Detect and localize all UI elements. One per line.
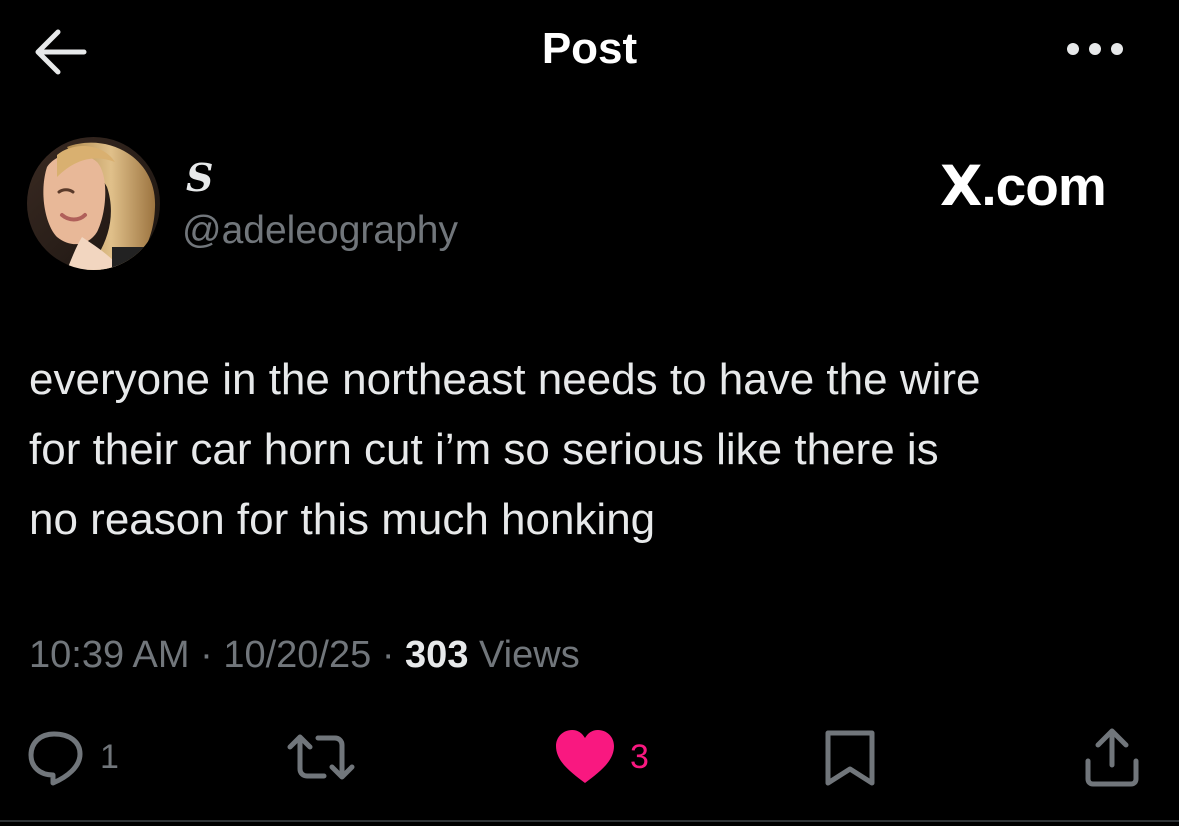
reply-bubble-icon (28, 731, 83, 786)
tweet-date: 10/20/25 (223, 634, 372, 676)
bookmark-button[interactable] (820, 722, 880, 792)
tweet-text: everyone in the northeast needs to have … (29, 345, 1149, 555)
like-button[interactable]: 3 (552, 722, 649, 792)
tweet-line: everyone in the northeast needs to have … (29, 355, 981, 404)
top-bar: Post (0, 0, 1179, 104)
x-com-watermark: X.com (940, 154, 1107, 218)
meta-separator: · (189, 634, 224, 676)
action-bar: 1 3 (0, 722, 1179, 798)
avatar-photo (27, 137, 160, 270)
tweet-meta: 10:39 AM · 10/20/25 · 303 Views (29, 630, 580, 680)
share-icon (1085, 728, 1139, 787)
more-horizontal-icon (1067, 43, 1123, 55)
tweet-line: for their car horn cut i’m so serious li… (29, 425, 939, 474)
meta-separator: · (371, 634, 406, 676)
divider (0, 820, 1179, 822)
repost-button[interactable] (284, 722, 370, 792)
reply-count: 1 (100, 737, 119, 776)
views-count[interactable]: 303 (405, 634, 468, 676)
author-display-name[interactable]: S (186, 156, 213, 200)
author-handle[interactable]: @adeleography (182, 208, 458, 254)
more-options-button[interactable] (1060, 34, 1130, 64)
back-button[interactable] (30, 26, 90, 78)
like-count: 3 (630, 737, 649, 776)
watermark-domain: .com (981, 155, 1106, 217)
share-button[interactable] (1080, 722, 1144, 792)
tweet-line: no reason for this much honking (29, 495, 656, 544)
views-label: Views (468, 634, 580, 676)
x-logo-letter: X (940, 154, 982, 218)
page-title: Post (541, 24, 638, 73)
bookmark-icon (825, 730, 875, 786)
avatar[interactable] (27, 137, 160, 270)
reply-button[interactable]: 1 (24, 722, 119, 792)
heart-filled-icon (556, 730, 614, 783)
tweet-time: 10:39 AM (29, 634, 190, 676)
arrow-left-icon (35, 29, 87, 75)
repost-icon (287, 734, 355, 780)
